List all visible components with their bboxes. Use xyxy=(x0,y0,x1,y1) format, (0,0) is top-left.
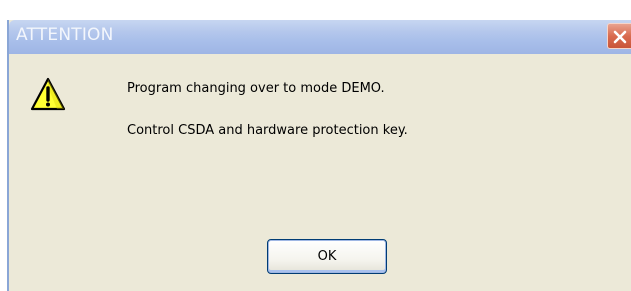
message-line-2: Control CSDA and hardware protection key… xyxy=(127,123,408,138)
warning-icon xyxy=(30,77,66,111)
message-line-1: Program changing over to mode DEMO. xyxy=(127,81,385,96)
close-button[interactable] xyxy=(607,23,631,49)
dialog-title: ATTENTION xyxy=(16,25,114,45)
dialog-titlebar[interactable]: ATTENTION xyxy=(9,20,631,54)
attention-dialog: ATTENTION Program changing over to mode … xyxy=(7,20,631,291)
ok-button[interactable]: OK xyxy=(267,239,387,274)
close-icon xyxy=(613,30,627,44)
